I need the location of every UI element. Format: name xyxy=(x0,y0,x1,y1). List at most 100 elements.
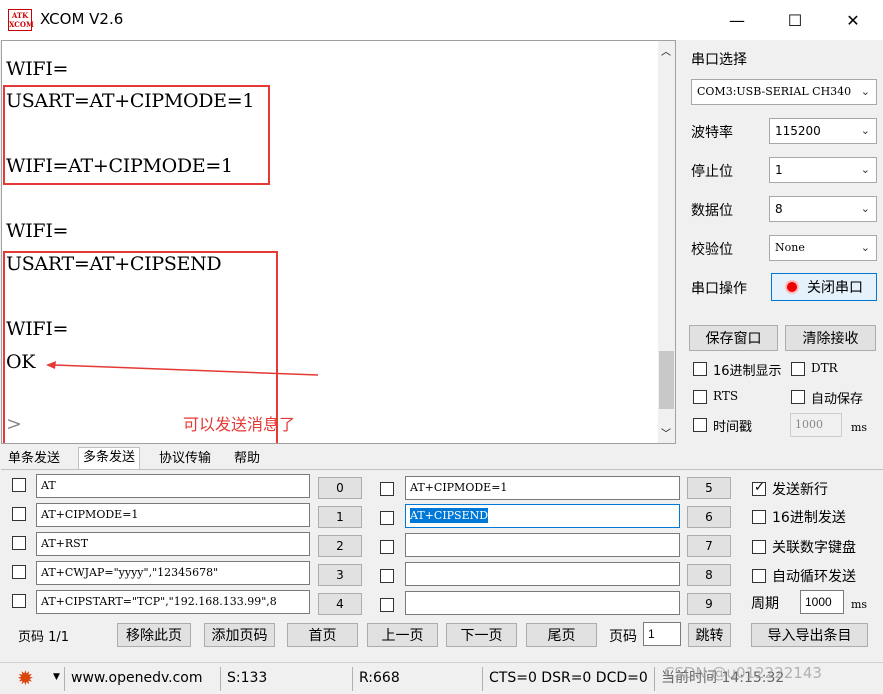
chevron-down-icon[interactable]: ﹀ xyxy=(661,425,671,440)
baud-value: 115200 xyxy=(775,124,821,138)
rts-checkbox[interactable] xyxy=(693,390,707,404)
clear-receive-button[interactable]: 清除接收 xyxy=(785,325,876,351)
auto-loop-label: 自动循环发送 xyxy=(772,569,856,585)
row-checkbox[interactable] xyxy=(380,511,394,525)
hex-send-checkbox[interactable] xyxy=(752,510,766,524)
port-select[interactable]: COM3:USB-SERIAL CH340 ⌄ xyxy=(691,79,877,105)
next-page-button[interactable]: 下一页 xyxy=(446,623,517,647)
send-button[interactable]: 0 xyxy=(318,477,362,499)
row-checkbox[interactable] xyxy=(380,540,394,554)
highlight-box xyxy=(3,85,270,185)
stop-bits-select[interactable]: 1 ⌄ xyxy=(769,157,877,183)
page-input[interactable]: 1 xyxy=(643,622,681,646)
timestamp-checkbox[interactable] xyxy=(693,418,707,432)
send-input[interactable]: AT+CIPSEND xyxy=(405,504,680,528)
window-title: XCOM V2.6 xyxy=(40,10,124,28)
auto-loop-checkbox[interactable] xyxy=(752,569,766,583)
close-button[interactable]: ✕ xyxy=(824,0,882,40)
send-input[interactable]: AT+CIPMODE=1 xyxy=(405,476,680,500)
jump-button[interactable]: 跳转 xyxy=(688,623,731,647)
import-export-button[interactable]: 导入导出条目 xyxy=(751,623,868,647)
dtr-label: DTR xyxy=(811,361,838,375)
settings-gear-icon[interactable]: ✹ xyxy=(17,666,34,690)
hex-display-checkbox[interactable] xyxy=(693,362,707,376)
row-checkbox[interactable] xyxy=(12,536,26,550)
receive-textarea[interactable]: WIFI= USART=AT+CIPMODE=1 WIFI=AT+CIPMODE… xyxy=(1,40,676,444)
period-input[interactable]: 1000 xyxy=(800,590,844,614)
tab-single-send[interactable]: 单条发送 xyxy=(4,449,65,469)
stop-bits-value: 1 xyxy=(775,163,783,177)
received-count: R:668 xyxy=(352,667,480,691)
send-button[interactable]: 8 xyxy=(687,564,731,586)
dropdown-caret-icon[interactable]: ▼ xyxy=(53,672,60,682)
first-page-button[interactable]: 首页 xyxy=(287,623,358,647)
prev-page-button[interactable]: 上一页 xyxy=(367,623,438,647)
send-input[interactable] xyxy=(405,533,680,557)
red-led-icon xyxy=(785,280,799,294)
row-checkbox[interactable] xyxy=(12,478,26,492)
port-op-label: 串口操作 xyxy=(691,281,747,297)
minimize-button[interactable]: — xyxy=(708,0,766,40)
ms-label: ms xyxy=(851,421,868,434)
send-input[interactable]: AT+CIPSTART="TCP","192.168.133.99",8 xyxy=(36,590,310,614)
send-button[interactable]: 7 xyxy=(687,535,731,557)
row-checkbox[interactable] xyxy=(12,565,26,579)
annotation-arrow-icon xyxy=(46,361,319,376)
send-input[interactable]: AT+CWJAP="yyyy","12345678" xyxy=(36,561,310,585)
dtr-checkbox[interactable] xyxy=(791,362,805,376)
send-newline-label: 发送新行 xyxy=(772,482,828,498)
chevron-down-icon: ⌄ xyxy=(860,124,870,137)
save-window-button[interactable]: 保存窗口 xyxy=(689,325,778,351)
parity-select[interactable]: None ⌄ xyxy=(769,235,877,261)
period-label: 周期 xyxy=(751,596,779,612)
row-checkbox[interactable] xyxy=(380,569,394,583)
rts-label: RTS xyxy=(713,389,739,403)
receive-scrollbar[interactable]: ︿ ﹀ xyxy=(658,41,675,443)
send-button[interactable]: 3 xyxy=(318,564,362,586)
link-keypad-label: 关联数字键盘 xyxy=(772,540,856,556)
tab-multi-send[interactable]: 多条发送 xyxy=(78,447,141,469)
timestamp-interval-input[interactable]: 1000 xyxy=(790,413,842,437)
link-keypad-checkbox[interactable] xyxy=(752,540,766,554)
send-button[interactable]: 5 xyxy=(687,477,731,499)
close-port-button[interactable]: 关闭串口 xyxy=(771,273,877,301)
chevron-down-icon: ⌄ xyxy=(860,202,870,215)
page-label: 页码 xyxy=(609,629,637,645)
send-input[interactable] xyxy=(405,591,680,615)
send-button[interactable]: 6 xyxy=(687,506,731,528)
send-input[interactable]: AT+RST xyxy=(36,532,310,556)
data-bits-value: 8 xyxy=(775,202,783,216)
receive-line: WIFI= xyxy=(6,58,69,80)
send-newline-checkbox[interactable] xyxy=(752,480,766,496)
close-port-label: 关闭串口 xyxy=(807,280,863,296)
send-button[interactable]: 9 xyxy=(687,593,731,615)
tab-protocol[interactable]: 协议传输 xyxy=(155,449,216,469)
send-input[interactable]: AT+CIPMODE=1 xyxy=(36,503,310,527)
row-checkbox[interactable] xyxy=(380,598,394,612)
send-button[interactable]: 2 xyxy=(318,535,362,557)
website-link[interactable]: www.openedv.com xyxy=(64,667,203,691)
hex-display-label: 16进制显示 xyxy=(713,364,782,379)
stop-bits-label: 停止位 xyxy=(691,164,733,180)
send-input[interactable]: AT xyxy=(36,474,310,498)
period-unit-label: ms xyxy=(851,598,868,611)
row-checkbox[interactable] xyxy=(12,507,26,521)
last-page-button[interactable]: 尾页 xyxy=(526,623,597,647)
send-input[interactable] xyxy=(405,562,680,586)
scroll-thumb[interactable] xyxy=(659,351,674,409)
tab-help[interactable]: 帮助 xyxy=(230,449,265,469)
send-button[interactable]: 4 xyxy=(318,593,362,615)
maximize-button[interactable]: ☐ xyxy=(766,0,824,40)
page-info: 页码 1/1 xyxy=(18,630,70,645)
receive-line: WIFI= xyxy=(6,220,69,242)
add-page-button[interactable]: 添加页码 xyxy=(204,623,275,647)
remove-page-button[interactable]: 移除此页 xyxy=(117,623,191,647)
row-checkbox[interactable] xyxy=(380,482,394,496)
chevron-down-icon: ⌄ xyxy=(860,241,870,254)
auto-save-checkbox[interactable] xyxy=(791,390,805,404)
data-bits-select[interactable]: 8 ⌄ xyxy=(769,196,877,222)
chevron-up-icon[interactable]: ︿ xyxy=(661,43,671,58)
baud-select[interactable]: 115200 ⌄ xyxy=(769,118,877,144)
row-checkbox[interactable] xyxy=(12,594,26,608)
send-button[interactable]: 1 xyxy=(318,506,362,528)
